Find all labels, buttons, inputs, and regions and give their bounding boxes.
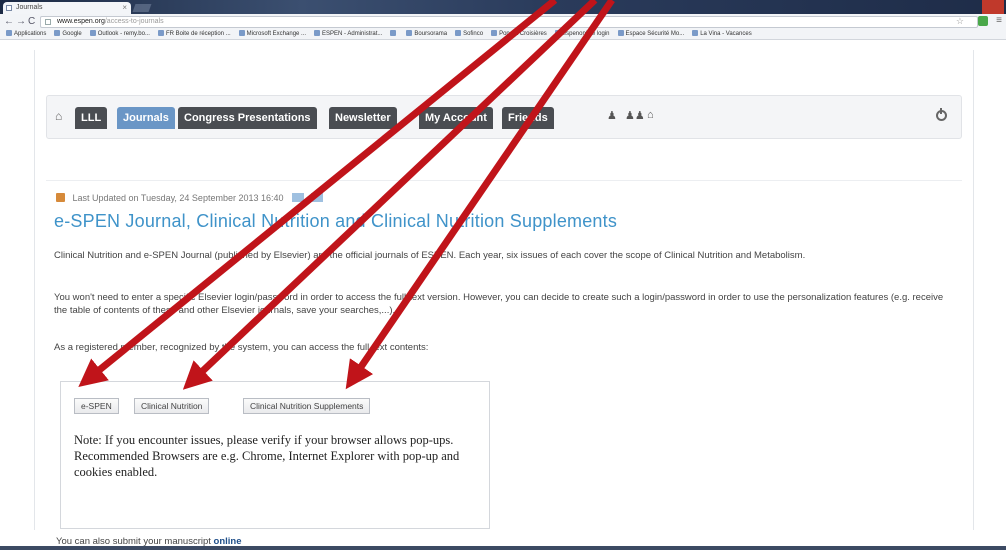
- bookmark-item[interactable]: Sofinco: [455, 29, 483, 39]
- menu-item-journals[interactable]: Journals: [117, 107, 175, 129]
- address-bar[interactable]: www.espen.org/access-to-journals: [40, 16, 978, 28]
- bookmark-item[interactable]: [390, 29, 398, 39]
- paragraph: Clinical Nutrition and e-SPEN Journal (p…: [54, 250, 806, 261]
- extension-icon[interactable]: [978, 16, 988, 26]
- window-controls: [938, 0, 1004, 14]
- browser-tab[interactable]: Journals ×: [3, 2, 131, 14]
- home-icon[interactable]: ⌂: [55, 110, 67, 122]
- bookmark-star-icon[interactable]: ☆: [956, 16, 964, 27]
- bookmarks-bar: Applications Google Outlook - remy.bo... FR…: [0, 29, 1006, 39]
- url-host: www.espen.org: [57, 18, 105, 25]
- calendar-icon: [56, 193, 65, 202]
- bookmark-item[interactable]: ESPEN - Administrat...: [314, 29, 382, 39]
- taskbar-edge: [0, 546, 1006, 550]
- tab-close-icon[interactable]: ×: [122, 2, 127, 14]
- forward-arrow-icon[interactable]: →: [16, 17, 26, 27]
- popup-note: Note: If you encounter issues, please ve…: [74, 433, 460, 479]
- favicon-icon: [6, 5, 12, 11]
- browser-tab-title: Journals: [16, 4, 43, 11]
- last-updated-text: Last Updated on Tuesday, 24 September 20…: [72, 193, 284, 203]
- e-spen-button[interactable]: e-SPEN: [74, 398, 119, 414]
- bookmark-item[interactable]: FR Boite de réception ...: [158, 29, 231, 39]
- menu-item-friends[interactable]: Friends: [502, 107, 554, 129]
- menu-item-congress-presentations[interactable]: Congress Presentations: [178, 107, 317, 129]
- bookmark-item[interactable]: Microsoft Exchange ...: [239, 29, 306, 39]
- clinical-nutrition-supplements-button[interactable]: Clinical Nutrition Supplements: [243, 398, 371, 414]
- bookmark-item[interactable]: Applications: [6, 29, 46, 39]
- maximize-button[interactable]: [960, 0, 982, 14]
- menu-item-my-account[interactable]: My Account: [419, 107, 493, 129]
- article: Last Updated on Tuesday, 24 September 20…: [46, 180, 962, 550]
- bookmark-item[interactable]: Ponant Croisières: [491, 29, 547, 39]
- paragraph: You won't need to enter a specific Elsev…: [54, 292, 944, 316]
- minimize-button[interactable]: [938, 0, 960, 14]
- users-icon[interactable]: ♟♟: [625, 109, 645, 122]
- article-title: e-SPEN Journal, Clinical Nutrition and C…: [54, 211, 618, 231]
- bookmark-item[interactable]: espenonline login: [555, 29, 610, 39]
- new-tab-button[interactable]: [132, 4, 152, 12]
- last-updated: Last Updated on Tuesday, 24 September 20…: [56, 193, 327, 203]
- menu-item-lll[interactable]: LLL: [75, 107, 108, 129]
- menu-item-newsletter[interactable]: Newsletter: [329, 107, 397, 129]
- bookmark-item[interactable]: Boursorama: [406, 29, 447, 39]
- inbox-icon[interactable]: ⌂: [647, 109, 654, 121]
- article-tools: [292, 193, 327, 203]
- email-icon[interactable]: [310, 193, 323, 202]
- browser-toolbar: ← → C www.espen.org/access-to-journals ☆…: [0, 14, 1006, 40]
- browser-tab-strip: Journals ×: [0, 0, 1006, 14]
- bell-icon[interactable]: ♟: [607, 109, 617, 122]
- url-path: /access-to-journals: [104, 18, 164, 25]
- bookmark-item[interactable]: Google: [54, 29, 81, 39]
- journal-access-box: e-SPEN Clinical Nutrition Clinical Nutri…: [60, 381, 490, 529]
- bookmark-item[interactable]: Espace Sécurité Mo...: [618, 29, 685, 39]
- reload-icon[interactable]: C: [28, 17, 35, 27]
- power-icon[interactable]: [936, 108, 947, 121]
- bookmark-item[interactable]: La Vina - Vacances: [692, 29, 751, 39]
- paragraph: As a registered member, recognized by th…: [54, 342, 429, 353]
- page-info-icon[interactable]: [45, 19, 51, 25]
- clinical-nutrition-button[interactable]: Clinical Nutrition: [134, 398, 210, 414]
- bookmark-item[interactable]: Outlook - remy.bo...: [90, 29, 150, 39]
- browser-menu-icon[interactable]: ≡: [996, 15, 1002, 26]
- back-arrow-icon[interactable]: ←: [4, 17, 14, 27]
- print-icon[interactable]: [292, 193, 305, 202]
- window-close-button[interactable]: [982, 0, 1004, 14]
- site-navigation: ⌂ LLL Journals Congress Presentations Newsl…: [46, 95, 962, 139]
